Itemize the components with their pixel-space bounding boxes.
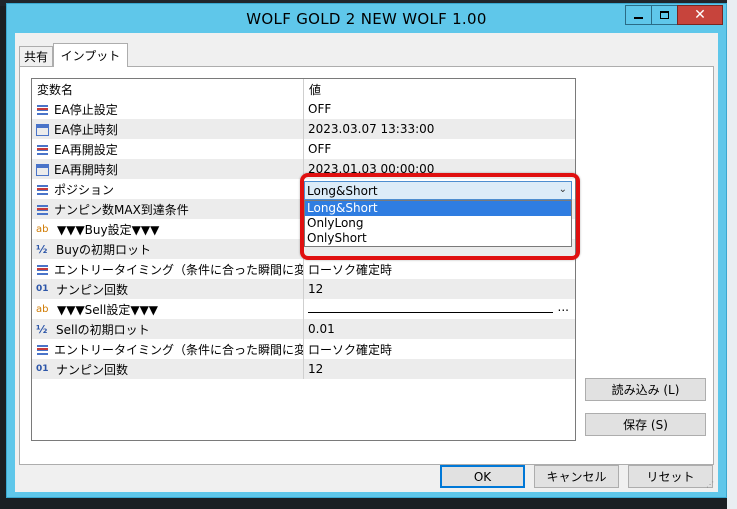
integer-icon: 01 (36, 363, 49, 374)
tab-shared[interactable]: 共有 (19, 46, 53, 66)
row-name-cell: エントリータイミング（条件に合った瞬間に変更す... (32, 259, 304, 279)
table-row[interactable]: EA再開設定 OFF (32, 139, 575, 159)
list-icon (36, 263, 49, 276)
close-icon: ✕ (694, 7, 706, 23)
fraction-icon: ½ (36, 322, 48, 336)
param-name: Sellの初期ロット (56, 322, 150, 337)
param-value-edit[interactable]: ... (304, 299, 575, 319)
parameters-grid: 変数名 値 EA停止設定 OFF EA停止時刻 2023.03.07 13:33… (31, 78, 580, 441)
list-icon (36, 343, 49, 356)
table-row[interactable]: エントリータイミング（条件に合った瞬間に変更す... ローソク確定時 (32, 339, 575, 359)
table-row[interactable]: ab ▼▼▼Sell設定▼▼▼ ... (32, 299, 575, 319)
row-name-cell: EA再開時刻 (32, 159, 304, 179)
param-name: ナンピン数MAX到達条件 (54, 202, 189, 217)
red-highlight-box (300, 173, 580, 260)
string-icon: ab (36, 303, 49, 315)
tab-input[interactable]: インプット (53, 43, 128, 67)
maximize-button[interactable] (651, 5, 678, 25)
param-name: ナンピン回数 (56, 362, 129, 377)
table-row[interactable]: EA停止時刻 2023.03.07 13:33:00 (32, 119, 575, 139)
table-row[interactable]: EA停止設定 OFF (32, 99, 575, 119)
param-name: エントリータイミング（条件に合った瞬間に変更す... (54, 262, 303, 277)
param-name: EA停止時刻 (54, 122, 118, 137)
param-value[interactable]: 12 (304, 279, 575, 299)
string-icon: ab (36, 223, 49, 235)
param-value[interactable]: OFF (304, 139, 575, 159)
row-name-cell: ½ Sellの初期ロット (32, 319, 304, 339)
param-value[interactable]: 2023.03.07 13:33:00 (304, 119, 575, 139)
list-icon (36, 203, 49, 216)
cancel-button[interactable]: キャンセル (534, 465, 619, 488)
param-value[interactable]: ローソク確定時 (304, 339, 575, 359)
row-name-cell: 01 ナンピン回数 (32, 279, 304, 299)
row-name-cell: ab ▼▼▼Buy設定▼▼▼ (32, 219, 304, 239)
edit-underline (308, 312, 553, 313)
param-value[interactable]: OFF (304, 99, 575, 119)
row-name-cell: ½ Buyの初期ロット (32, 239, 304, 259)
param-value[interactable]: ローソク確定時 (304, 259, 575, 279)
row-name-cell: ab ▼▼▼Sell設定▼▼▼ (32, 299, 304, 319)
load-button[interactable]: 読み込み (L) (585, 378, 706, 401)
param-value[interactable]: 0.01 (304, 319, 575, 339)
save-button[interactable]: 保存 (S) (585, 413, 706, 436)
param-name: EA再開設定 (54, 142, 118, 157)
row-name-cell: エントリータイミング（条件に合った瞬間に変更す... (32, 339, 304, 359)
resize-grip-icon[interactable]: ⋰ (706, 480, 716, 490)
param-name: エントリータイミング（条件に合った瞬間に変更す... (54, 342, 303, 357)
window-title: WOLF GOLD 2 NEW WOLF 1.00 (246, 10, 487, 28)
row-name-cell: EA停止時刻 (32, 119, 304, 139)
ok-button[interactable]: OK (440, 465, 525, 488)
list-icon (36, 103, 49, 116)
browse-ellipsis[interactable]: ... (558, 300, 569, 314)
column-header-value[interactable]: 値 (304, 79, 575, 99)
table-row[interactable]: ½ Sellの初期ロット 0.01 (32, 319, 575, 339)
reset-button[interactable]: リセット (628, 465, 713, 488)
param-name: ナンピン回数 (56, 282, 129, 297)
dialog-client-area: 共有 インプット 変数名 値 EA停止設定 OFF EA停止時刻 2023.03… (15, 33, 718, 492)
calendar-icon (36, 124, 49, 136)
close-button[interactable]: ✕ (677, 5, 723, 25)
row-name-cell: EA再開設定 (32, 139, 304, 159)
row-name-cell: ポジション (32, 179, 304, 199)
table-row[interactable]: 01 ナンピン回数 12 (32, 279, 575, 299)
integer-icon: 01 (36, 283, 49, 294)
table-row[interactable]: エントリータイミング（条件に合った瞬間に変更す... ローソク確定時 (32, 259, 575, 279)
param-name: EA再開時刻 (54, 162, 118, 177)
param-name: ▼▼▼Buy設定▼▼▼ (57, 222, 160, 237)
maximize-icon (660, 11, 669, 19)
minimize-icon (634, 17, 643, 19)
fraction-icon: ½ (36, 242, 48, 256)
calendar-icon (36, 164, 49, 176)
row-name-cell: ナンピン数MAX到達条件 (32, 199, 304, 219)
param-value[interactable]: 12 (304, 359, 575, 379)
table-row[interactable]: 01 ナンピン回数 12 (32, 359, 575, 379)
background-right-strip (727, 0, 737, 509)
param-name: ▼▼▼Sell設定▼▼▼ (57, 302, 159, 317)
properties-dialog: WOLF GOLD 2 NEW WOLF 1.00 ✕ 共有 インプット 変数名… (6, 3, 727, 498)
param-name: EA停止設定 (54, 102, 118, 117)
column-header-name[interactable]: 変数名 (32, 79, 304, 99)
param-name: Buyの初期ロット (56, 242, 151, 257)
title-bar[interactable]: WOLF GOLD 2 NEW WOLF 1.00 ✕ (7, 4, 726, 33)
row-name-cell: EA停止設定 (32, 99, 304, 119)
minimize-button[interactable] (625, 5, 652, 25)
param-name: ポジション (54, 182, 115, 197)
list-icon (36, 183, 49, 196)
grid-header: 変数名 値 (32, 79, 575, 99)
list-icon (36, 143, 49, 156)
row-name-cell: 01 ナンピン回数 (32, 359, 304, 379)
